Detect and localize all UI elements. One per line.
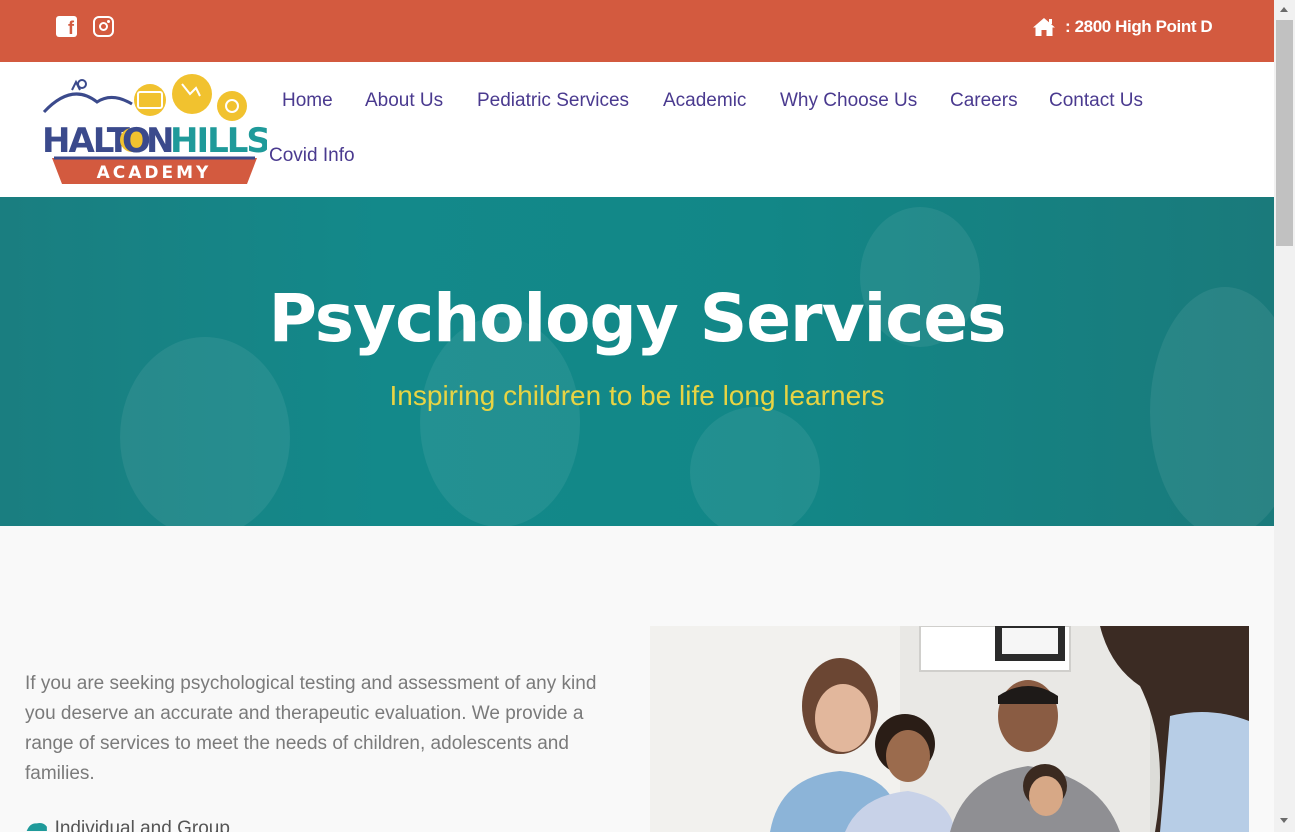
scroll-thumb[interactable] — [1276, 20, 1293, 246]
address-text: : 2800 High Point D — [1065, 17, 1213, 36]
intro-paragraph: If you are seeking psychological testing… — [25, 673, 597, 784]
main-content: If you are seeking psychological testing… — [0, 526, 1274, 832]
nav-item-about-us[interactable]: About Us — [365, 90, 443, 112]
nav-item-academic[interactable]: Academic — [663, 90, 746, 112]
halton-hills-academy-logo[interactable]: HALT O N HILLS ACADEMY — [42, 72, 271, 185]
top-bar: f : 2800 High Point D — [0, 0, 1274, 62]
page-title: Psychology Services — [268, 280, 1007, 357]
instagram-icon[interactable] — [93, 16, 114, 37]
page-subtitle: Inspiring children to be life long learn… — [389, 380, 885, 411]
nav-item-pediatric-services[interactable]: Pediatric Services — [477, 90, 629, 112]
service-label: Individual and Group Therapy — [54, 819, 230, 832]
site-header: HALT O N HILLS ACADEMY Home About Us Ped… — [0, 62, 1274, 197]
nav-item-covid-info[interactable]: Covid Info — [269, 145, 355, 167]
hero-banner: Psychology Services Inspiring children t… — [0, 197, 1274, 526]
nav-item-contact-us[interactable]: Contact Us — [1049, 90, 1143, 112]
nav-item-careers[interactable]: Careers — [950, 90, 1018, 112]
address-ticker: : 2800 High Point D — [1032, 14, 1218, 40]
svg-text:N: N — [146, 121, 172, 161]
svg-text:HALT: HALT — [42, 121, 131, 161]
facebook-icon[interactable]: f — [56, 16, 77, 38]
svg-text:HILLS: HILLS — [170, 121, 267, 161]
scroll-up-arrow-icon[interactable] — [1280, 7, 1288, 12]
nav-item-why-choose-us[interactable]: Why Choose Us — [780, 90, 917, 112]
vertical-scrollbar[interactable] — [1274, 0, 1295, 832]
scroll-down-arrow-icon[interactable] — [1280, 818, 1288, 823]
svg-text:ACADEMY: ACADEMY — [97, 163, 212, 183]
brain-icon — [26, 822, 47, 831]
nav-item-home[interactable]: Home — [282, 90, 333, 112]
home-icon — [1033, 18, 1055, 36]
family-photo — [650, 626, 1249, 832]
service-list-item: Individual and Group Therapy — [25, 819, 265, 832]
